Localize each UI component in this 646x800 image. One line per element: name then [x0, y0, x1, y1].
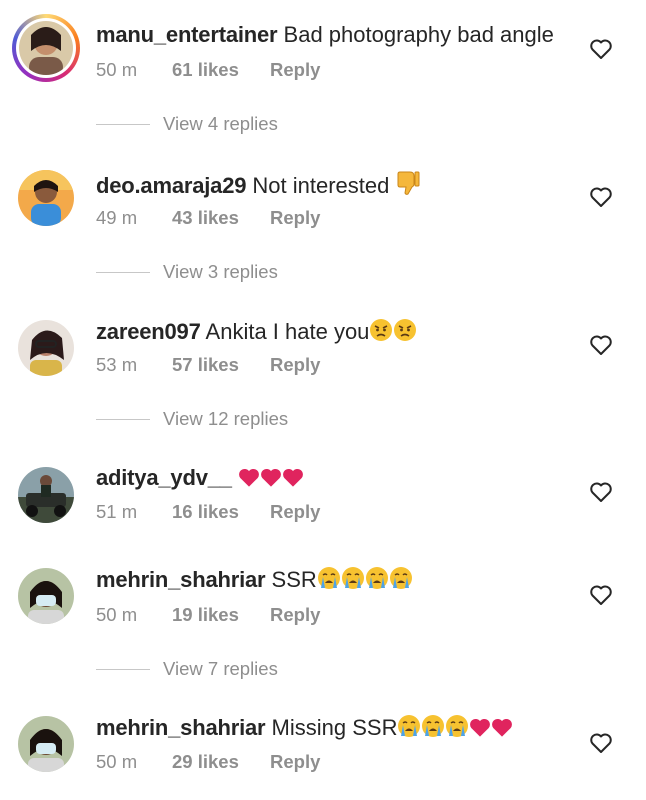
view-replies-label[interactable]: View 7 replies — [163, 658, 278, 680]
red-heart-emoji-icon — [492, 718, 513, 737]
replies-divider — [96, 669, 150, 670]
crying-face-emoji-icon — [398, 715, 421, 737]
avatar[interactable] — [18, 170, 74, 226]
comment-time: 49 m — [96, 207, 138, 228]
comment-time: 51 m — [96, 501, 138, 522]
comment-time: 50 m — [96, 59, 138, 80]
reply-button[interactable]: Reply — [270, 604, 320, 626]
comment-body: Ankita I hate you — [205, 319, 370, 344]
reply-button[interactable]: Reply — [270, 751, 320, 773]
comment-likes[interactable]: 29 likes — [172, 751, 239, 773]
crying-face-emoji-icon — [317, 567, 340, 589]
crying-face-emoji-icon — [422, 715, 445, 737]
avatar[interactable] — [18, 320, 74, 376]
angry-face-emoji-icon — [370, 319, 393, 341]
red-heart-emoji-icon — [470, 718, 491, 737]
replies-divider — [96, 272, 150, 273]
like-heart-icon[interactable] — [589, 732, 613, 754]
thumbs-down-emoji-icon — [397, 171, 419, 195]
red-heart-emoji-icon — [261, 468, 281, 487]
comment-username[interactable]: zareen097 — [96, 319, 201, 344]
crying-face-emoji-icon — [341, 567, 364, 589]
view-replies-label[interactable]: View 3 replies — [163, 261, 278, 283]
comment-username[interactable]: mehrin_shahriar — [96, 715, 266, 740]
comment-username[interactable]: manu_entertainer — [96, 22, 278, 47]
like-heart-icon[interactable] — [589, 38, 613, 60]
replies-divider — [96, 419, 150, 420]
reply-button[interactable]: Reply — [270, 59, 320, 81]
comment-time: 50 m — [96, 604, 138, 625]
reply-button[interactable]: Reply — [270, 501, 320, 523]
like-heart-icon[interactable] — [589, 584, 613, 606]
avatar — [19, 21, 73, 75]
crying-face-emoji-icon — [389, 567, 412, 589]
comment-likes[interactable]: 61 likes — [172, 59, 239, 81]
comment-body: Bad photography bad angle — [283, 22, 554, 47]
reply-button[interactable]: Reply — [270, 207, 320, 229]
comment-text: mehrin_shahriar SSR — [96, 566, 413, 593]
replies-divider — [96, 124, 150, 125]
angry-face-emoji-icon — [394, 319, 417, 341]
comment-text: zareen097 Ankita I hate you — [96, 318, 417, 345]
like-heart-icon[interactable] — [589, 334, 613, 356]
view-replies-label[interactable]: View 12 replies — [163, 408, 288, 430]
comment-username[interactable]: mehrin_shahriar — [96, 567, 266, 592]
comment-time: 53 m — [96, 354, 138, 375]
comment-body: Not interested — [252, 173, 390, 198]
comment-likes[interactable]: 57 likes — [172, 354, 239, 376]
reply-button[interactable]: Reply — [270, 354, 320, 376]
avatar[interactable] — [18, 568, 74, 624]
like-heart-icon[interactable] — [589, 186, 613, 208]
crying-face-emoji-icon — [446, 715, 469, 737]
red-heart-emoji-icon — [283, 468, 303, 487]
avatar-story-ring[interactable] — [12, 14, 80, 82]
red-heart-emoji-icon — [239, 468, 259, 487]
comment-username[interactable]: deo.amaraja29 — [96, 173, 246, 198]
view-replies-label[interactable]: View 4 replies — [163, 113, 278, 135]
comment-time: 50 m — [96, 751, 138, 772]
comment-likes[interactable]: 43 likes — [172, 207, 239, 229]
avatar[interactable] — [18, 467, 74, 523]
comment-body: Missing SSR — [271, 715, 398, 740]
comment-username[interactable]: aditya_ydv__ — [96, 465, 232, 490]
avatar[interactable] — [18, 716, 74, 772]
like-heart-icon[interactable] — [589, 481, 613, 503]
comment-text: aditya_ydv__ — [96, 465, 304, 491]
comment-text: mehrin_shahriar Missing SSR — [96, 714, 513, 741]
comment-text: deo.amaraja29 Not interested — [96, 170, 420, 199]
comment-body: SSR — [271, 567, 317, 592]
crying-face-emoji-icon — [365, 567, 388, 589]
comment-likes[interactable]: 19 likes — [172, 604, 239, 626]
comment-text: manu_entertainer Bad photography bad ang… — [96, 22, 554, 48]
comment-likes[interactable]: 16 likes — [172, 501, 239, 523]
